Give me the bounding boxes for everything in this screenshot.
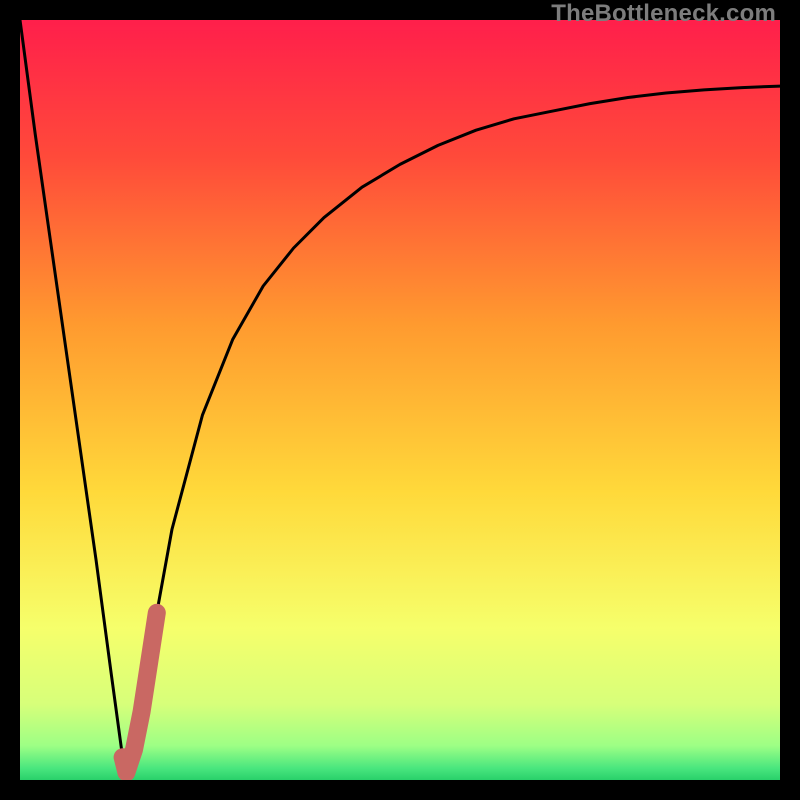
bottleneck-chart — [20, 20, 780, 780]
watermark-text: TheBottleneck.com — [551, 0, 776, 28]
chart-frame — [20, 20, 780, 780]
gradient-background — [20, 20, 780, 780]
